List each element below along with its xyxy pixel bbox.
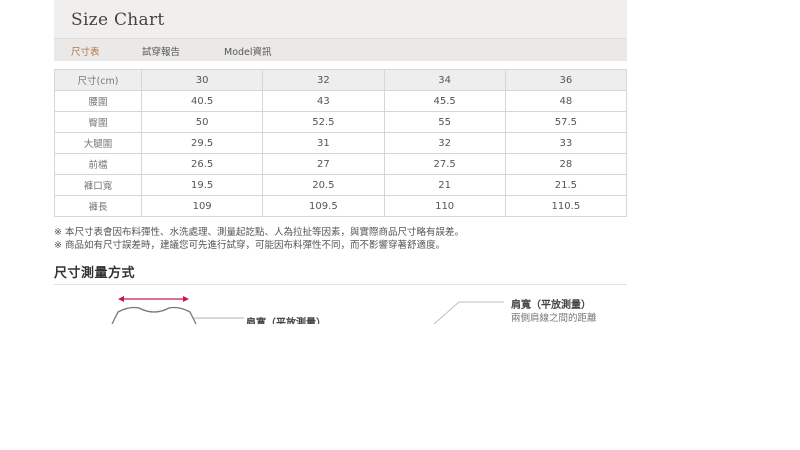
table-cell: 32 [383, 132, 506, 154]
garment-outline [111, 306, 197, 324]
table-cell: 52.5 [262, 111, 385, 133]
table-header-cell: 30 [140, 69, 264, 91]
table-header-cell: 36 [504, 69, 628, 91]
table-cell: 50 [140, 111, 264, 133]
tab-size-chart[interactable]: 尺寸表 [71, 44, 100, 58]
note-line: ※ 本尺寸表會因布料彈性、水洗處理、測量起訖點、人為拉扯等因素，與實際商品尺寸略… [54, 227, 464, 238]
row-label: 臀圍 [54, 111, 142, 133]
row-label: 褲口寬 [54, 174, 142, 196]
size-chart-panel: Size Chart 尺寸表 試穿報告 Model資訊 [54, 0, 627, 61]
table-cell: 110 [383, 195, 506, 217]
table-header-cell: 34 [383, 69, 506, 91]
arrow-left-head [118, 296, 124, 302]
table-cell: 21.5 [504, 174, 628, 196]
right-measure-sub: 兩側肩線之間的距離 [511, 313, 597, 324]
pointer-line-right [433, 301, 460, 324]
table-row: 腰圍 40.5 43 45.5 48 [54, 90, 628, 112]
section-title: 尺寸測量方式 [54, 266, 136, 281]
size-chart-header: Size Chart [54, 0, 627, 38]
table-row: 前檔 26.5 27 27.5 28 [54, 153, 628, 175]
page-title: Size Chart [71, 10, 165, 30]
table-cell: 27 [262, 153, 385, 175]
table-cell: 55 [383, 111, 506, 133]
size-table: 尺寸(cm) 30 32 34 36 腰圍 40.5 43 45.5 48 臀圍… [54, 69, 628, 217]
table-header-row: 尺寸(cm) 30 32 34 36 [54, 69, 628, 91]
arrow-right-head [183, 296, 189, 302]
row-label: 大腿圍 [54, 132, 142, 154]
right-measure-label: 肩寬（平放測量） [511, 300, 591, 311]
table-cell: 31 [262, 132, 385, 154]
table-cell: 33 [504, 132, 628, 154]
table-row: 臀圍 50 52.5 55 57.5 [54, 111, 628, 133]
table-cell: 20.5 [262, 174, 385, 196]
table-cell: 19.5 [140, 174, 264, 196]
tab-model-info[interactable]: Model資訊 [224, 44, 272, 58]
measure-diagram: 肩寬（平放測量） 肩寬（平放測量） 兩側肩線之間的距離 [54, 286, 627, 324]
note-line: ※ 商品如有尺寸誤差時，建議您可先進行試穿，可能因布料彈性不同，而不影響穿著舒適… [54, 240, 445, 251]
table-cell: 110.5 [504, 195, 628, 217]
table-cell: 109 [140, 195, 264, 217]
tab-fitting-report[interactable]: 試穿報告 [142, 44, 180, 58]
table-cell: 40.5 [140, 90, 264, 112]
table-cell: 27.5 [383, 153, 506, 175]
row-label: 腰圍 [54, 90, 142, 112]
table-cell: 29.5 [140, 132, 264, 154]
row-label: 褲長 [54, 195, 142, 217]
table-cell: 45.5 [383, 90, 506, 112]
table-cell: 109.5 [262, 195, 385, 217]
section-divider [54, 284, 627, 285]
table-cell: 26.5 [140, 153, 264, 175]
table-cell: 48 [504, 90, 628, 112]
table-header-cell: 尺寸(cm) [54, 69, 142, 91]
table-row: 大腿圍 29.5 31 32 33 [54, 132, 628, 154]
tab-bar: 尺寸表 試穿報告 Model資訊 [54, 38, 627, 61]
table-row: 褲口寬 19.5 20.5 21 21.5 [54, 174, 628, 196]
table-cell: 21 [383, 174, 506, 196]
table-cell: 28 [504, 153, 628, 175]
table-row: 褲長 109 109.5 110 110.5 [54, 195, 628, 217]
table-cell: 57.5 [504, 111, 628, 133]
size-notes: ※ 本尺寸表會因布料彈性、水洗處理、測量起訖點、人為拉扯等因素，與實際商品尺寸略… [54, 226, 464, 252]
row-label: 前檔 [54, 153, 142, 175]
left-measure-label: 肩寬（平放測量） [246, 318, 326, 324]
table-header-cell: 32 [262, 69, 385, 91]
table-cell: 43 [262, 90, 385, 112]
